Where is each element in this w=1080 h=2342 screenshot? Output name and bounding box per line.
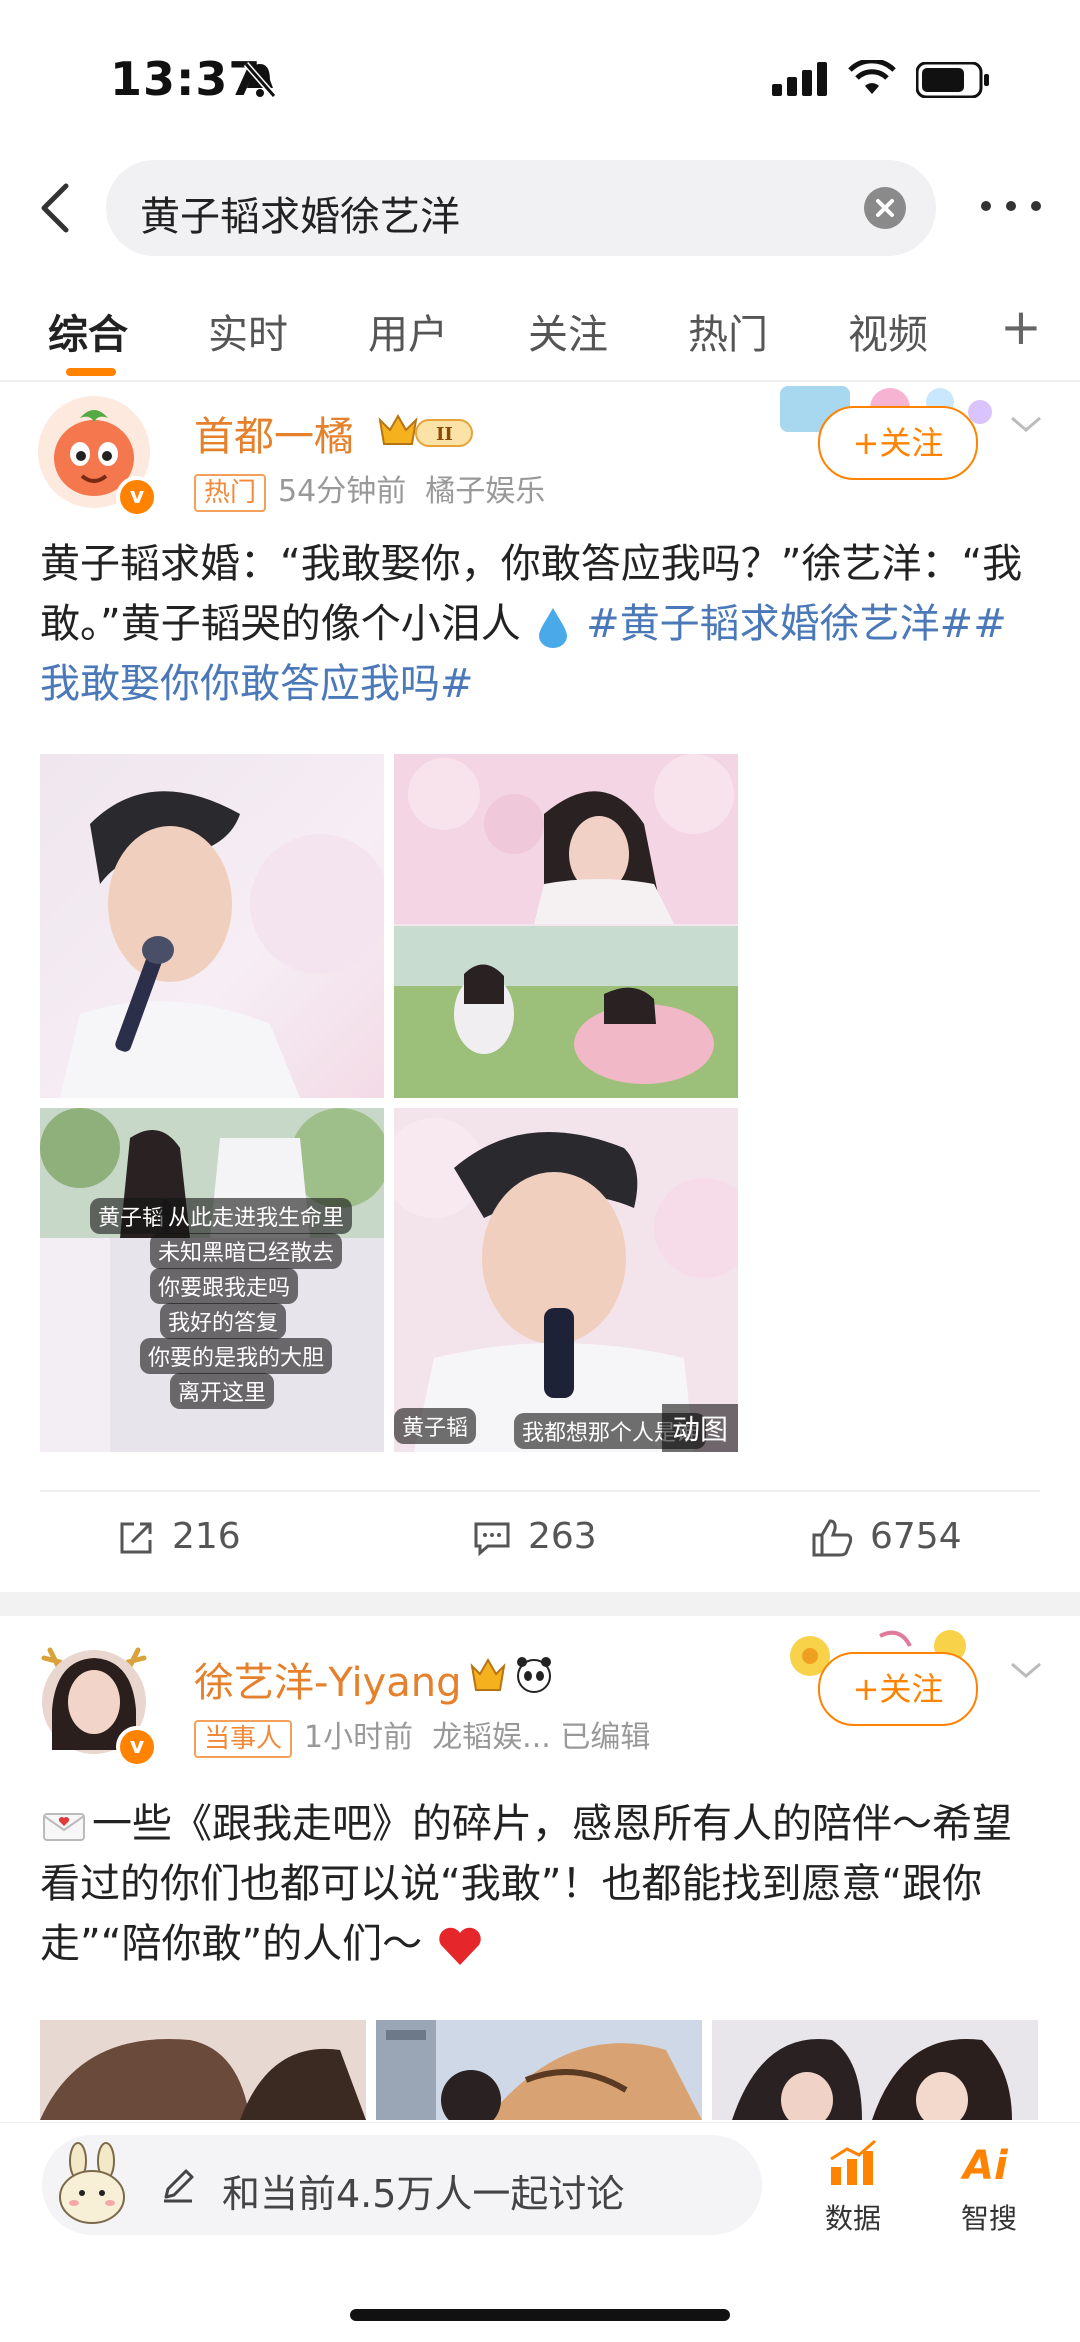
discussion-input[interactable]: 和当前4.5万人一起讨论 — [42, 2135, 762, 2235]
post-image[interactable] — [40, 754, 384, 1098]
subtitle-caption: 你要的是我的大胆 — [140, 1338, 333, 1374]
comment-count: 263 — [528, 1516, 597, 1557]
search-query: 黄子韬求婚徐艺洋 — [140, 194, 460, 240]
red-heart-emoji-icon — [439, 1927, 481, 1965]
avatar[interactable]: v — [36, 1640, 158, 1768]
post-image[interactable] — [712, 2020, 1038, 2120]
post-username[interactable]: 徐艺洋-Yiyang — [194, 1650, 461, 1708]
ai-icon: Ai — [960, 2143, 1009, 2189]
post-time: 54分钟前 — [278, 474, 407, 509]
battery-icon — [916, 62, 989, 98]
tab-hot[interactable]: 热门 — [688, 302, 768, 360]
svg-text:Ai: Ai — [960, 2143, 1009, 2189]
tab-realtime[interactable]: 实时 — [208, 302, 288, 360]
subtitle-caption: 离开这里 — [170, 1373, 275, 1409]
data-button[interactable]: 数据 — [808, 2137, 898, 2237]
post-text: 黄子韬求婚：“我敢娶你，你敢答应我吗？”徐艺洋：“我敢。”黄子韬哭的像个小泪人 … — [40, 541, 1023, 707]
post-image[interactable] — [376, 2020, 702, 2120]
love-letter-emoji-icon — [43, 1813, 85, 1841]
edit-pencil-icon — [164, 2169, 194, 2203]
follow-button[interactable]: +关注 — [818, 406, 978, 480]
post-image[interactable]: 黄子韬 从此走进我生命里 未知黑暗已经散去 你要跟我走吗 我好的答复 你要的是我… — [40, 1108, 384, 1452]
post-username[interactable]: 首都一橘 — [194, 404, 354, 462]
subtitle-caption: 从此走进我生命里 — [160, 1198, 353, 1234]
signal-icon — [772, 62, 827, 96]
status-bar: 13:37 — [0, 0, 1080, 150]
droplet-emoji-icon — [539, 608, 568, 648]
post-time: 1小时前 — [304, 1720, 414, 1755]
party-tag: 当事人 — [194, 1719, 293, 1758]
comment-icon — [474, 1522, 510, 1557]
photo-couple-portrait — [732, 2039, 1012, 2120]
photo-couple-closeup — [40, 2039, 366, 2120]
subtitle-caption: 你要跟我走吗 — [150, 1268, 299, 1304]
subtitle-caption: 未知黑暗已经散去 — [150, 1233, 343, 1269]
search-input[interactable]: 黄子韬求婚徐艺洋 — [106, 160, 936, 256]
clear-search-button[interactable] — [864, 187, 906, 229]
bottom-bar: 和当前4.5万人一起讨论 数据 Ai 智搜 — [0, 2122, 1080, 2342]
gif-badge: 动图 — [661, 1404, 738, 1452]
trend-chart-icon — [830, 2139, 876, 2185]
post-meta: 当事人 1小时前 龙韬娱... 已编辑 — [194, 1712, 650, 1758]
search-tabs: 综合 实时 用户 关注 热门 视频 + — [0, 290, 1080, 380]
vip-crown-icon — [470, 1657, 551, 1693]
chevron-down-icon[interactable] — [1008, 1658, 1044, 1682]
vip-level-text: II — [436, 424, 453, 445]
post-divider — [40, 1490, 1040, 1492]
thumbs-up-icon — [812, 1519, 853, 1557]
subtitle-caption: 我好的答复 — [160, 1303, 287, 1339]
section-divider — [0, 1592, 1080, 1616]
add-tab-button[interactable]: + — [1000, 298, 1042, 356]
photo-tiger-statue — [376, 2020, 702, 2120]
more-options-button[interactable] — [976, 186, 1046, 226]
post-text: 一些《跟我走吧》的碎片，感恩所有人的陪伴～希望看过的你们也都可以说“我敢”！也都… — [40, 1801, 1012, 1967]
tab-users[interactable]: 用户 — [368, 302, 448, 360]
tab-following[interactable]: 关注 — [528, 302, 608, 360]
post-source: 龙韬娱... — [432, 1720, 551, 1755]
share-icon — [120, 1522, 152, 1554]
status-time: 13:37 — [110, 52, 262, 106]
post-image[interactable]: 黄子韬 我都想那个人是谁 动图 — [394, 1108, 738, 1452]
repost-count: 216 — [172, 1516, 241, 1557]
post-image[interactable] — [40, 2020, 366, 2120]
post-image[interactable] — [394, 754, 738, 1098]
post-actions: 216 263 6754 — [0, 1494, 1080, 1584]
tab-comprehensive[interactable]: 综合 — [48, 302, 128, 360]
repost-button[interactable]: 216 — [116, 1516, 241, 1558]
photo-man-microphone — [60, 791, 384, 1098]
avatar[interactable]: v — [36, 394, 158, 518]
edited-label: 已编辑 — [560, 1720, 651, 1755]
like-count: 6754 — [870, 1516, 962, 1557]
photo-man-microphone-closeup — [394, 1118, 738, 1452]
wifi-icon — [848, 60, 896, 94]
comment-button[interactable]: 263 — [472, 1516, 597, 1558]
follow-button[interactable]: +关注 — [818, 1652, 978, 1726]
tab-video[interactable]: 视频 — [848, 302, 928, 360]
close-icon — [876, 199, 894, 217]
bell-muted-icon — [243, 62, 277, 98]
verified-badge: v — [116, 476, 158, 518]
hot-tag: 热门 — [194, 473, 267, 512]
back-button[interactable] — [28, 178, 88, 238]
photo-collage-proposal — [394, 754, 738, 1098]
chevron-down-icon[interactable] — [1008, 412, 1044, 436]
vip-crown-icon: II — [378, 413, 473, 447]
post-meta: 热门 54分钟前 橘子娱乐 — [194, 466, 545, 512]
active-tab-indicator — [66, 368, 116, 376]
post-source: 橘子娱乐 — [425, 474, 546, 509]
ai-label: 智搜 — [960, 2202, 1017, 2235]
discussion-placeholder: 和当前4.5万人一起讨论 — [222, 2172, 625, 2216]
home-indicator — [350, 2309, 730, 2321]
ai-search-button[interactable]: Ai 智搜 — [944, 2137, 1034, 2237]
subtitle-caption: 黄子韬 — [394, 1408, 477, 1444]
bunny-mascot-icon — [59, 2142, 125, 2224]
verified-badge: v — [116, 1726, 158, 1768]
like-button[interactable]: 6754 — [810, 1516, 962, 1559]
data-label: 数据 — [824, 2202, 881, 2235]
